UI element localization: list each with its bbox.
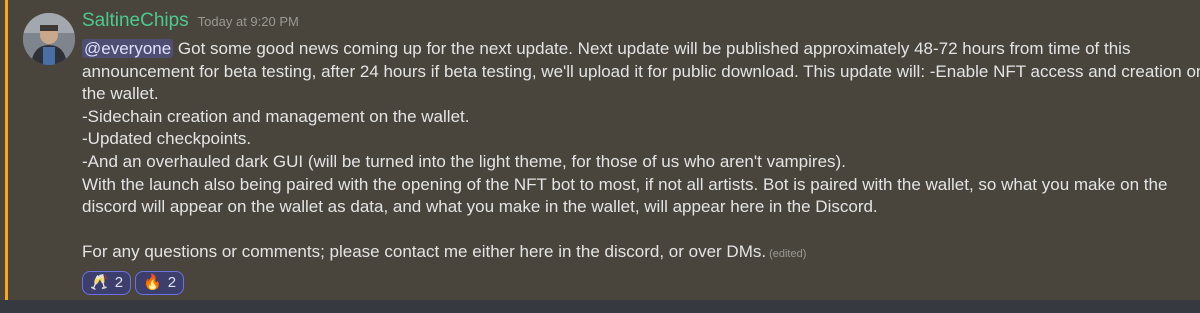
username[interactable]: SaltineChips <box>82 10 189 32</box>
chat-message: SaltineChips Today at 9:20 PM @everyone … <box>0 0 1200 300</box>
message-line-text: Got some good news coming up for the nex… <box>173 39 1131 58</box>
reaction-count: 2 <box>114 274 124 292</box>
message-line: For any questions or comments; please co… <box>82 241 1182 266</box>
message-content: SaltineChips Today at 9:20 PM @everyone … <box>82 10 1200 295</box>
reaction-clinking-glasses[interactable]: 🥂 2 <box>82 270 132 295</box>
avatar-image <box>23 13 75 65</box>
reactions-bar: 🥂 2 🔥 2 <box>82 270 1182 295</box>
message-line: With the launch also being paired with t… <box>82 174 1168 194</box>
timestamp[interactable]: Today at 9:20 PM <box>198 14 299 29</box>
message-line: -Updated checkpoints. <box>82 129 252 149</box>
fire-icon: 🔥 <box>143 273 162 292</box>
message-line: announcement for beta testing, after 24 … <box>82 61 1200 81</box>
message-header: SaltineChips Today at 9:20 PM <box>82 10 1182 32</box>
everyone-mention[interactable]: @everyone <box>82 39 174 58</box>
message-line-text: For any questions or comments; please co… <box>82 242 767 262</box>
message-body: @everyone Got some good news coming up f… <box>82 38 1200 266</box>
message-line: @everyone Got some good news coming up f… <box>82 38 1182 61</box>
message-line: discord will appear on the wallet as dat… <box>82 197 878 217</box>
message-line: -Sidechain creation and management on th… <box>82 106 470 126</box>
reaction-fire[interactable]: 🔥 2 <box>135 270 185 295</box>
reaction-count: 2 <box>167 274 177 292</box>
avatar[interactable] <box>23 13 75 65</box>
message-line: -And an overhauled dark GUI (will be tur… <box>82 151 846 171</box>
message-line: the wallet. <box>82 84 159 104</box>
mention-highlight-bar <box>5 0 8 300</box>
edited-label: (edited) <box>769 248 807 261</box>
clinking-glasses-icon: 🥂 <box>90 273 109 292</box>
